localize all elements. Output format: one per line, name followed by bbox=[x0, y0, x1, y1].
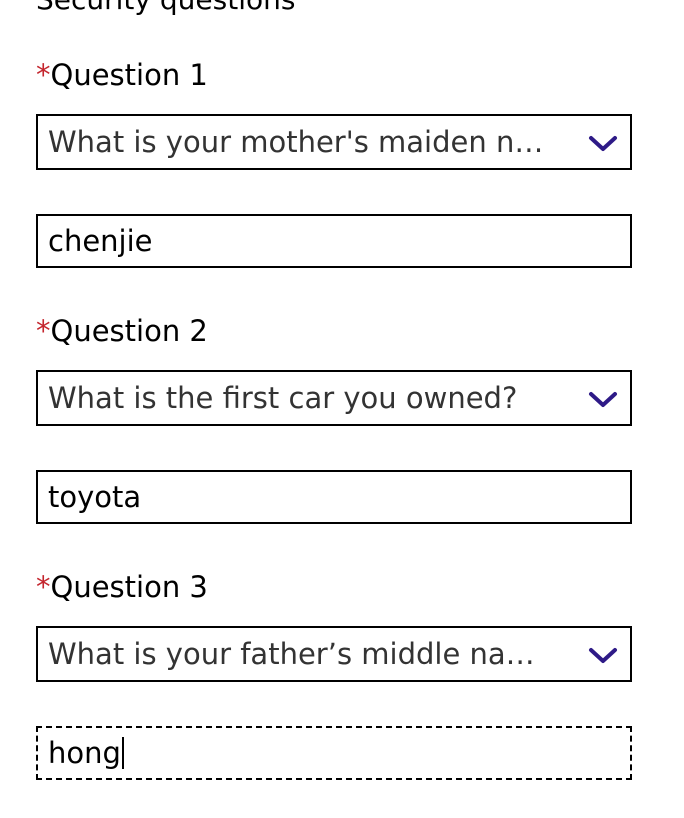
question-2-answer-value: toyota bbox=[48, 480, 142, 514]
question-3-select[interactable]: What is your father’s middle na… bbox=[36, 626, 632, 682]
security-questions-form: Security questions *Question 1 What is y… bbox=[0, 0, 684, 818]
question-1-select[interactable]: What is your mother's maiden n… bbox=[36, 114, 632, 170]
chevron-down-icon bbox=[589, 392, 617, 407]
question-1-selected-value: What is your mother's maiden n… bbox=[48, 125, 544, 159]
question-3-answer-value: hong bbox=[48, 736, 124, 770]
question-3-selected-value: What is your father’s middle na… bbox=[48, 637, 535, 671]
required-marker: * bbox=[36, 58, 51, 92]
question-2-selected-value: What is the first car you owned? bbox=[48, 381, 518, 415]
required-marker: * bbox=[36, 314, 51, 348]
question-1-answer-value: chenjie bbox=[48, 224, 153, 258]
question-2-label: *Question 2 bbox=[36, 314, 208, 348]
chevron-down-icon bbox=[589, 136, 617, 151]
question-3-answer-input[interactable]: hong bbox=[36, 726, 632, 780]
question-3-answer-text: hong bbox=[48, 736, 121, 770]
chevron-down-icon bbox=[589, 648, 617, 663]
question-1-answer-input[interactable]: chenjie bbox=[36, 214, 632, 268]
question-1-label: *Question 1 bbox=[36, 58, 208, 92]
question-2-label-text: Question 2 bbox=[50, 314, 208, 348]
question-2-answer-input[interactable]: toyota bbox=[36, 470, 632, 524]
question-1-label-text: Question 1 bbox=[50, 58, 208, 92]
question-3-label: *Question 3 bbox=[36, 570, 208, 604]
section-title: Security questions bbox=[36, 0, 295, 14]
required-marker: * bbox=[36, 570, 51, 604]
text-caret bbox=[121, 737, 124, 769]
question-2-select[interactable]: What is the first car you owned? bbox=[36, 370, 632, 426]
question-3-label-text: Question 3 bbox=[50, 570, 208, 604]
